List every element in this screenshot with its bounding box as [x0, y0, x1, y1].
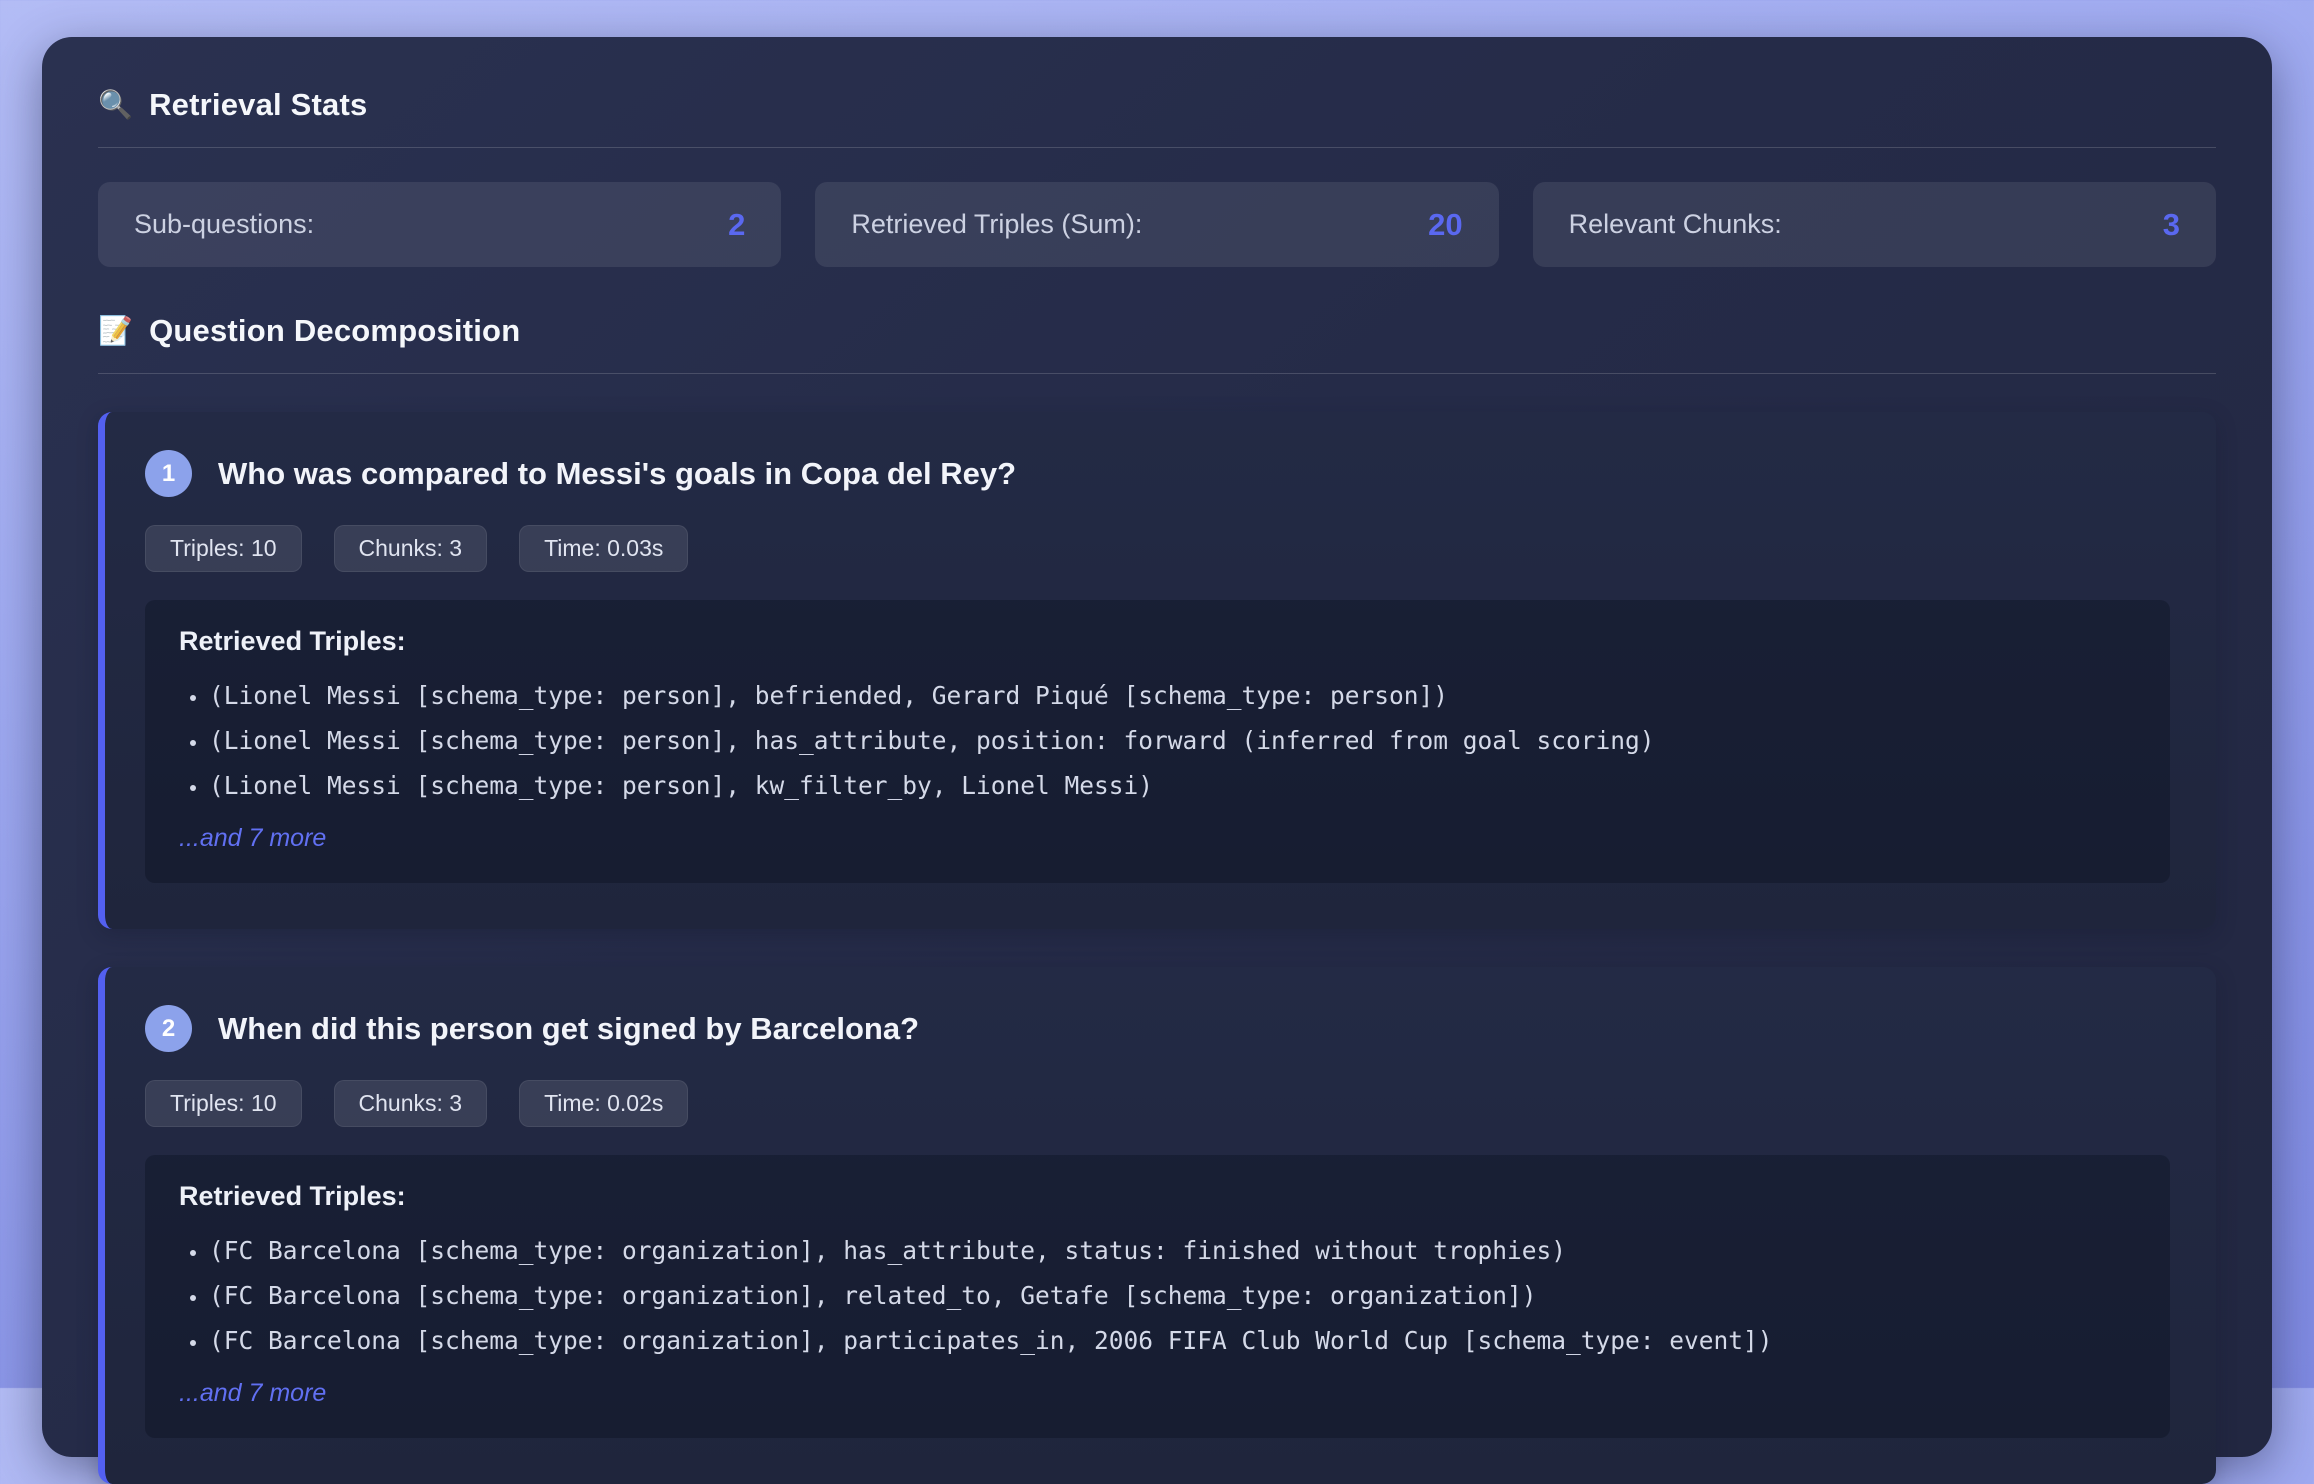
time-badge: Time: 0.03s [519, 525, 689, 572]
triples-list: (Lionel Messi [schema_type: person], bef… [179, 673, 2136, 808]
question-metrics-row: Triples: 10 Chunks: 3 Time: 0.02s [145, 1080, 2170, 1127]
question-card-1: 1 Who was compared to Messi's goals in C… [98, 412, 2216, 929]
question-number-badge: 2 [145, 1005, 192, 1052]
question-number-badge: 1 [145, 450, 192, 497]
triple-item: (FC Barcelona [schema_type: organization… [209, 1318, 2136, 1363]
stat-label: Relevant Chunks: [1568, 209, 1782, 239]
chunks-count-badge: Chunks: 3 [333, 525, 488, 572]
stat-card-retrieved-triples: Retrieved Triples (Sum): 20 [815, 182, 1499, 267]
triple-item: (FC Barcelona [schema_type: organization… [209, 1273, 2136, 1318]
question-header: 2 When did this person get signed by Bar… [145, 1005, 2170, 1052]
time-badge: Time: 0.02s [519, 1080, 689, 1127]
chunks-count-badge: Chunks: 3 [333, 1080, 488, 1127]
retrieved-triples-box: Retrieved Triples: (Lionel Messi [schema… [145, 600, 2170, 883]
stat-label: Sub-questions: [134, 209, 315, 239]
triples-list: (FC Barcelona [schema_type: organization… [179, 1228, 2136, 1363]
stat-card-subquestions: Sub-questions: 2 [98, 182, 782, 267]
retrieval-stats-title: Retrieval Stats [149, 87, 368, 122]
stat-value: 2 [728, 206, 746, 242]
triple-item: (Lionel Messi [schema_type: person], has… [209, 718, 2136, 763]
retrieved-triples-box: Retrieved Triples: (FC Barcelona [schema… [145, 1155, 2170, 1438]
triples-count-badge: Triples: 10 [145, 1080, 302, 1127]
stat-card-relevant-chunks: Relevant Chunks: 3 [1532, 182, 2216, 267]
retrieval-panel: 🔍 Retrieval Stats Sub-questions: 2 Retri… [42, 37, 2272, 1484]
panel-content: 🔍 Retrieval Stats Sub-questions: 2 Retri… [42, 37, 2272, 1484]
memo-icon: 📝 [98, 315, 134, 346]
question-title: Who was compared to Messi's goals in Cop… [218, 455, 1017, 491]
stat-value: 20 [1428, 206, 1463, 242]
show-more-link[interactable]: ...and 7 more [179, 824, 2136, 853]
show-more-link[interactable]: ...and 7 more [179, 1379, 2136, 1408]
question-decomposition-title: Question Decomposition [149, 313, 521, 348]
retrieved-triples-heading: Retrieved Triples: [179, 626, 406, 656]
triple-item: (Lionel Messi [schema_type: person], kw_… [209, 763, 2136, 808]
magnifier-icon: 🔍 [98, 89, 134, 120]
question-card-2: 2 When did this person get signed by Bar… [98, 967, 2216, 1484]
triple-item: (FC Barcelona [schema_type: organization… [209, 1228, 2136, 1273]
section-divider [98, 373, 2216, 374]
question-decomposition-heading: 📝 Question Decomposition [98, 313, 2216, 349]
triple-item: (Lionel Messi [schema_type: person], bef… [209, 673, 2136, 718]
question-header: 1 Who was compared to Messi's goals in C… [145, 450, 2170, 497]
stat-label: Retrieved Triples (Sum): [851, 209, 1143, 239]
section-divider [98, 147, 2216, 148]
question-title: When did this person get signed by Barce… [218, 1010, 920, 1046]
triples-count-badge: Triples: 10 [145, 525, 302, 572]
stats-row: Sub-questions: 2 Retrieved Triples (Sum)… [98, 182, 2216, 267]
retrieved-triples-heading: Retrieved Triples: [179, 1181, 406, 1211]
retrieval-stats-heading: 🔍 Retrieval Stats [98, 87, 2216, 123]
question-metrics-row: Triples: 10 Chunks: 3 Time: 0.03s [145, 525, 2170, 572]
stat-value: 3 [2162, 206, 2180, 242]
